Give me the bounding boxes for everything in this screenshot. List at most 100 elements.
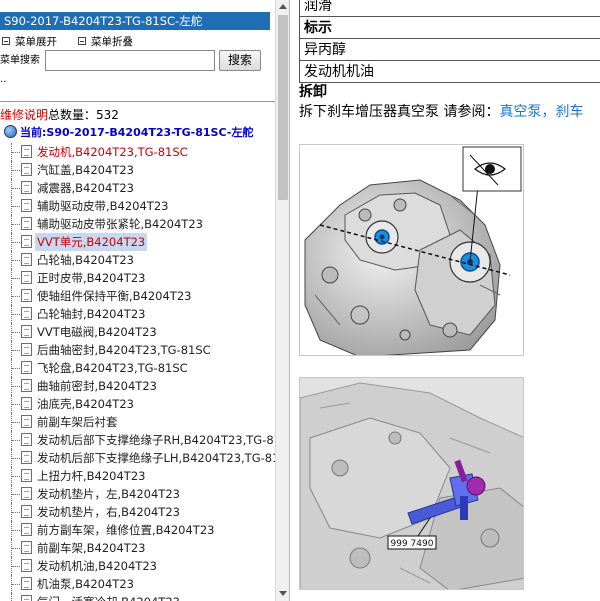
- tree-item-label: 飞轮盘,B4204T23,TG-81SC: [37, 361, 188, 375]
- tree-item[interactable]: 凸轮轴封,B4204T23: [0, 305, 275, 323]
- tree-item[interactable]: 飞轮盘,B4204T23,TG-81SC: [0, 359, 275, 377]
- expand-menu-button[interactable]: 菜单展开: [2, 35, 57, 49]
- tree-item[interactable]: 辅助驱动皮带,B4204T23: [0, 197, 275, 215]
- tree-item[interactable]: 前副车架,B4204T23: [0, 539, 275, 557]
- section-title: 拆卸: [299, 84, 327, 100]
- tree-item-label: 气门，活塞冷却,B4204T23: [37, 593, 180, 601]
- tree-item-label: 发动机后部下支撑绝缘子RH,B4204T23,TG-81: [37, 433, 281, 447]
- tree-item[interactable]: 汽缸盖,B4204T23: [0, 161, 275, 179]
- scroll-down-arrow-icon[interactable]: [276, 587, 289, 601]
- item-count: 维修说明总数量：532: [0, 108, 119, 123]
- collapse-square-icon: [78, 37, 86, 45]
- expand-menu-label: 菜单展开: [15, 36, 57, 48]
- document-icon: [21, 361, 32, 374]
- tree-item[interactable]: 发动机垫片，右,B4204T23: [0, 503, 275, 521]
- table-cell: 异丙醇: [299, 38, 600, 61]
- tree-item-label: 凸轮轴,B4204T23: [37, 253, 134, 267]
- step-text: 拆下刹车增压器真空泵 请参阅：: [299, 104, 500, 120]
- table-row: 异丙醇: [299, 38, 600, 61]
- document-icon: [21, 415, 32, 428]
- collapse-menu-label: 菜单折叠: [91, 36, 133, 48]
- menu-search-input[interactable]: [45, 50, 215, 71]
- tree-item[interactable]: 凸轮轴,B4204T23: [0, 251, 275, 269]
- tree-item[interactable]: 发动机后部下支撑绝缘子RH,B4204T23,TG-81: [0, 431, 281, 449]
- scroll-up-arrow-icon[interactable]: [276, 0, 289, 14]
- special-tool-illustration: 999 7490: [299, 377, 524, 590]
- document-icon: [21, 397, 32, 410]
- tree-item-label: 前副车架,B4204T23: [37, 541, 146, 555]
- tree-root[interactable]: 当前:S90-2017-B4204T23-TG-81SC-左舵: [4, 125, 253, 140]
- tree-item[interactable]: 前方副车架，维修位置,B4204T23: [0, 521, 275, 539]
- tree-item[interactable]: 后曲轴密封,B4204T23,TG-81SC: [0, 341, 275, 359]
- document-icon: [21, 163, 32, 176]
- menu-pane: S90-2017-B4204T23-TG-81SC-左舵 菜单展开 菜单折叠 菜…: [0, 0, 289, 601]
- tree-item-label: 机油泵,B4204T23: [37, 577, 134, 591]
- table-row: 标示: [299, 16, 600, 39]
- document-icon: [21, 325, 32, 338]
- engine-head-drawing: [300, 145, 523, 355]
- tree-item-label: 汽缸盖,B4204T23: [37, 163, 134, 177]
- tree-item[interactable]: 发动机,B4204T23,TG-81SC: [0, 143, 275, 161]
- tree-item[interactable]: 发动机垫片，左,B4204T23: [0, 485, 275, 503]
- tree-item-label: 发动机机油,B4204T23: [37, 559, 157, 573]
- total-count: 总数量：532: [48, 108, 119, 122]
- document-icon: [21, 469, 32, 482]
- tree-item-label: 发动机后部下支撑绝缘子LH,B4204T23,TG-81: [37, 451, 280, 465]
- vacuum-pump-link[interactable]: 真空泵，刹车: [499, 104, 583, 120]
- tree-item[interactable]: 前副车架后衬套: [0, 413, 275, 431]
- search-label: 菜单搜索: [0, 55, 40, 66]
- tree-item[interactable]: 使轴组件保持平衡,B4204T23: [0, 287, 275, 305]
- document-icon: [21, 271, 32, 284]
- document-icon: [21, 181, 32, 194]
- vehicle-title-bar: S90-2017-B4204T23-TG-81SC-左舵: [0, 12, 270, 30]
- tree-item-label: 上扭力杆,B4204T23: [37, 469, 146, 483]
- tree-item[interactable]: 气门，活塞冷却,B4204T23: [0, 593, 275, 601]
- tree-item[interactable]: 油底壳,B4204T23: [0, 395, 275, 413]
- tree-item-label: 前副车架后衬套: [37, 415, 118, 429]
- tree-item[interactable]: 曲轴前密封,B4204T23: [0, 377, 275, 395]
- tree-item-label: 发动机,B4204T23,TG-81SC: [37, 145, 188, 159]
- tree-item[interactable]: 正时皮带,B4204T23: [0, 269, 275, 287]
- table-row: 发动机机油: [299, 60, 600, 83]
- document-icon: [21, 577, 32, 590]
- special-tool-drawing: 999 7490: [300, 378, 523, 589]
- ellipsis-text: ..: [0, 74, 7, 85]
- tree-item[interactable]: 机油泵,B4204T23: [0, 575, 275, 593]
- repair-instructions-label: 维修说明: [0, 108, 49, 122]
- document-icon: [21, 451, 32, 464]
- globe-icon: [4, 125, 17, 138]
- tree-item-label: 凸轮轴封,B4204T23: [37, 307, 146, 321]
- table-cell: 标示: [299, 16, 600, 39]
- table-cell: 润滑: [299, 0, 600, 17]
- document-icon: [21, 217, 32, 230]
- document-icon: [21, 433, 32, 446]
- tree-item[interactable]: VVT单元,B4204T23: [0, 233, 275, 251]
- tree-item-label: 后曲轴密封,B4204T23,TG-81SC: [37, 343, 211, 357]
- document-icon: [21, 145, 32, 158]
- table-cell: 发动机机油: [299, 60, 600, 83]
- tree-item[interactable]: 辅助驱动皮带张紧轮,B4204T23: [0, 215, 275, 233]
- fluids-table: 润滑 标示 异丙醇 发动机机油: [299, 0, 600, 83]
- tree-item-label: 发动机垫片，右,B4204T23: [37, 505, 180, 519]
- scroll-thumb[interactable]: [278, 15, 288, 200]
- tree-item-label: 发动机垫片，左,B4204T23: [37, 487, 180, 501]
- tree-item[interactable]: VVT电磁阀,B4204T23: [0, 323, 275, 341]
- document-icon: [21, 559, 32, 572]
- content-pane: 润滑标示异丙醇发动机机油 拆卸 拆下刹车增压器真空泵 请参阅：真空泵，刹车: [289, 0, 600, 601]
- removal-step: 拆下刹车增压器真空泵 请参阅：真空泵，刹车: [299, 103, 583, 121]
- menu-scrollbar[interactable]: [275, 0, 289, 601]
- tree-item[interactable]: 上扭力杆,B4204T23: [0, 467, 275, 485]
- tree-item-label: VVT电磁阀,B4204T23: [37, 325, 157, 339]
- collapse-menu-button[interactable]: 菜单折叠: [78, 35, 133, 49]
- tree-item[interactable]: 发动机机油,B4204T23: [0, 557, 275, 575]
- tree-item-label: 辅助驱动皮带张紧轮,B4204T23: [37, 217, 203, 231]
- collapse-square-icon: [2, 37, 10, 45]
- engine-head-illustration: [299, 144, 524, 356]
- tree-item[interactable]: 发动机后部下支撑绝缘子LH,B4204T23,TG-81: [0, 449, 279, 467]
- search-button[interactable]: 搜索: [219, 50, 261, 71]
- tree-item[interactable]: 减震器,B4204T23: [0, 179, 275, 197]
- document-icon: [21, 523, 32, 536]
- document-icon: [21, 595, 32, 601]
- tree-item-label: 辅助驱动皮带,B4204T23: [37, 199, 169, 213]
- document-icon: [21, 199, 32, 212]
